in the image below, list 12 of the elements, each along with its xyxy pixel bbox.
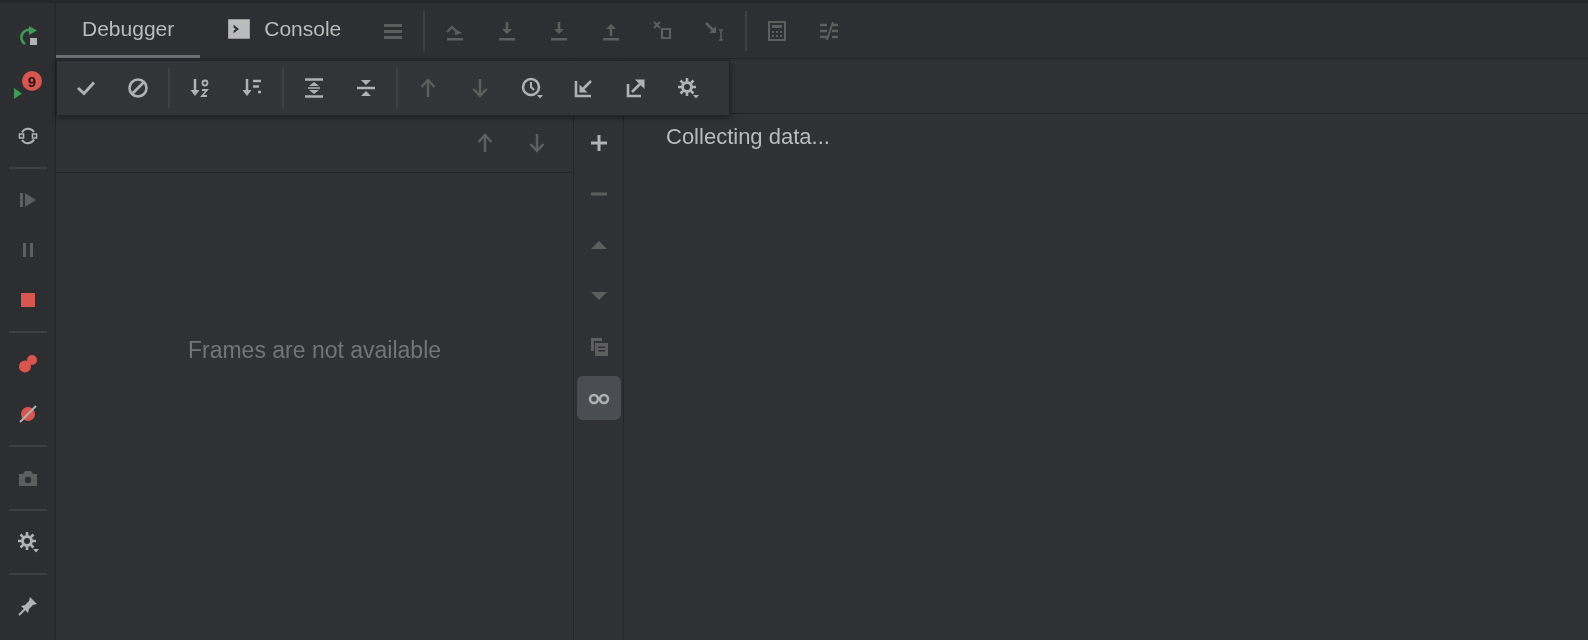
tab[interactable]: Console — [200, 3, 368, 58]
play-triangle-icon[interactable] — [13, 86, 23, 100]
status-text: Collecting data... — [666, 124, 830, 149]
clock-icon[interactable] — [520, 76, 544, 100]
error-count-badge: 9 — [22, 71, 42, 91]
settings-icon[interactable] — [676, 76, 700, 100]
cancel-icon[interactable] — [126, 76, 150, 100]
console-icon — [226, 16, 253, 42]
expand-all-icon[interactable] — [302, 76, 326, 100]
empty-frames-message: Frames are not available — [187, 337, 442, 365]
settings-icon[interactable] — [15, 530, 40, 554]
sort-alphabetically-icon[interactable] — [188, 76, 212, 100]
